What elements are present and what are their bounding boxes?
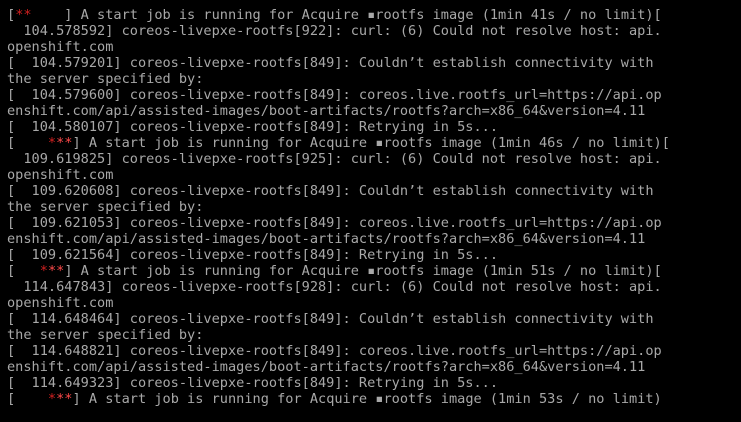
log-line: openshift.com: [7, 167, 114, 183]
log-line: the server specified by:: [7, 71, 204, 87]
log-line: the server specified by:: [7, 199, 204, 215]
log-line: [ 109.620608] coreos-livepxe-rootfs[849]…: [7, 183, 654, 199]
line-prefix: [: [7, 391, 48, 407]
start-job-status-line: [** ] A start job is running for Acquire…: [7, 7, 741, 23]
log-line: [ 114.649323] coreos-livepxe-rootfs[849]…: [7, 375, 499, 391]
log-line: openshift.com: [7, 39, 114, 55]
log-line: [ 104.580107] coreos-livepxe-rootfs[849]…: [7, 119, 499, 135]
log-line: [ 104.579201] coreos-livepxe-rootfs[849]…: [7, 55, 654, 71]
spinner-dim-stars: *: [39, 263, 48, 279]
log-line: [ 109.621053] coreos-livepxe-rootfs[849]…: [7, 215, 662, 231]
log-line: enshift.com/api/assisted-images/boot-art…: [7, 103, 646, 119]
start-job-status-line: [ ***] A start job is running for Acquir…: [7, 391, 741, 407]
spinner-bright-stars: **: [56, 391, 73, 407]
log-line: enshift.com/api/assisted-images/boot-art…: [7, 231, 646, 247]
log-line: [ 109.621564] coreos-livepxe-rootfs[849]…: [7, 247, 499, 263]
spinner-bright-stars: **: [47, 263, 65, 279]
log-line: openshift.com: [7, 295, 114, 311]
job-message: ] A start job is running for Acquire ▪ro…: [31, 7, 662, 23]
job-message: ] A start job is running for Acquire ▪ro…: [72, 391, 662, 407]
log-line: 104.578592] coreos-livepxe-rootfs[922]: …: [7, 23, 662, 39]
boot-console: [** ] A start job is running for Acquire…: [7, 7, 741, 407]
log-line: the server specified by:: [7, 327, 204, 343]
line-prefix: [: [7, 7, 16, 23]
log-line: 109.619825] coreos-livepxe-rootfs[925]: …: [7, 151, 662, 167]
job-message: ] A start job is running for Acquire ▪ro…: [64, 263, 662, 279]
job-message: ] A start job is running for Acquire ▪ro…: [72, 135, 670, 151]
start-job-status-line: [ ***] A start job is running for Acquir…: [7, 135, 741, 151]
log-line: enshift.com/api/assisted-images/boot-art…: [7, 359, 646, 375]
spinner-bright-stars: **: [56, 135, 73, 151]
spinner-dim-stars: *: [47, 135, 57, 151]
line-prefix: [: [7, 263, 40, 279]
log-line: [ 114.648464] coreos-livepxe-rootfs[849]…: [7, 311, 654, 327]
start-job-status-line: [ ***] A start job is running for Acquir…: [7, 263, 741, 279]
line-prefix: [: [7, 135, 48, 151]
log-line: [ 114.648821] coreos-livepxe-rootfs[849]…: [7, 343, 662, 359]
log-line: 114.647843] coreos-livepxe-rootfs[928]: …: [7, 279, 662, 295]
spinner-dim-stars: *: [47, 391, 57, 407]
spinner-dim-stars: **: [15, 7, 32, 23]
log-line: [ 104.579600] coreos-livepxe-rootfs[849]…: [7, 87, 662, 103]
